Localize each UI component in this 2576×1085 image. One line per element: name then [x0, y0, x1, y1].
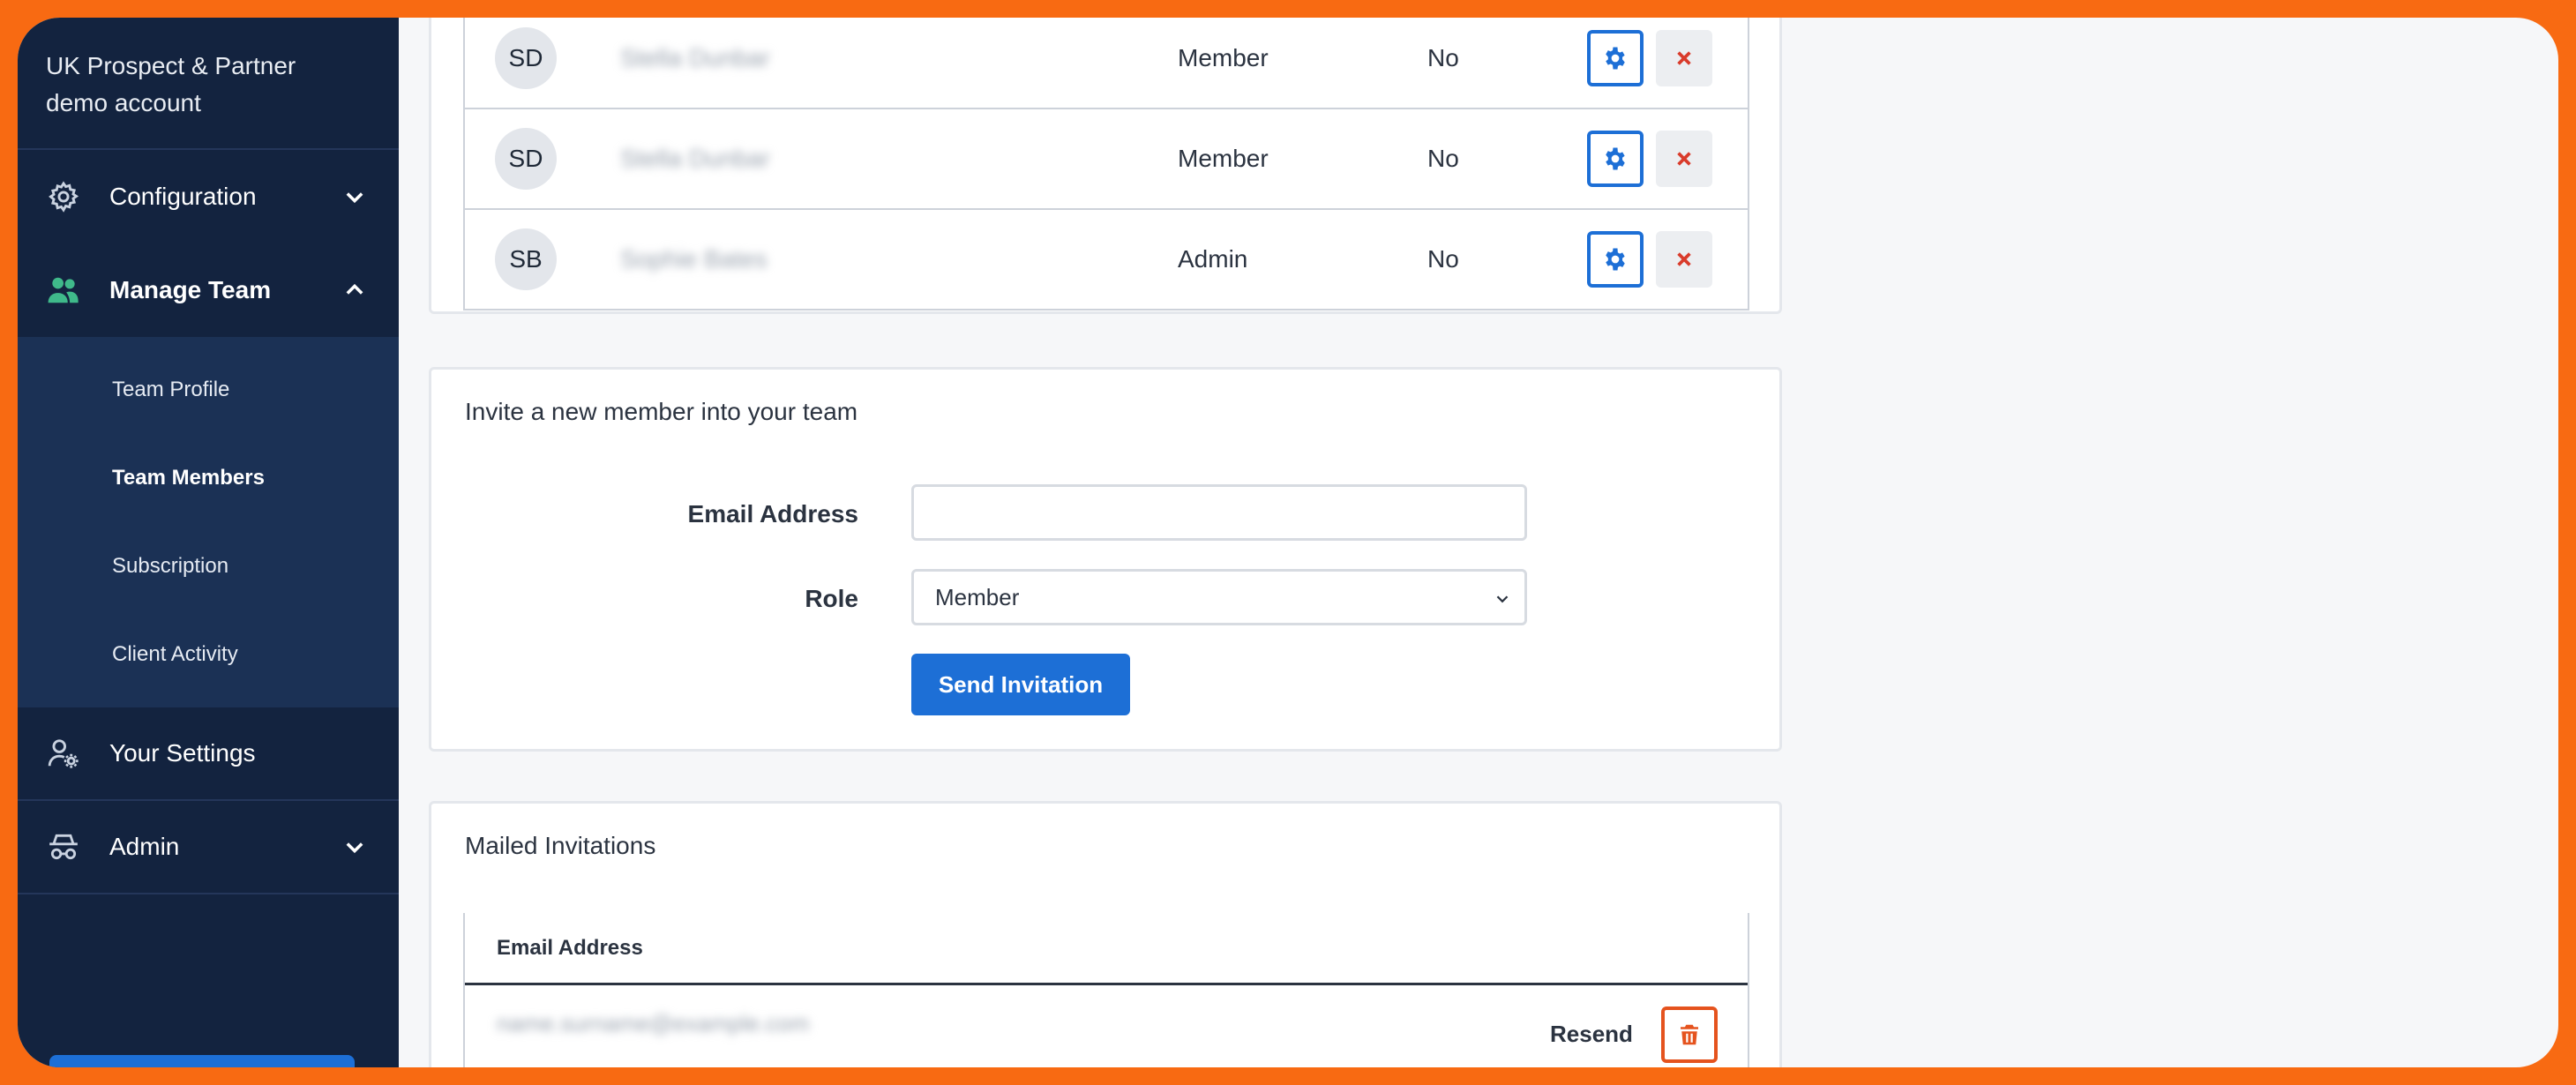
sidebar-action-button[interactable]	[49, 1055, 355, 1067]
close-icon	[1677, 152, 1691, 166]
mailed-card-title: Mailed Invitations	[465, 832, 656, 859]
role-label: Role	[805, 585, 858, 612]
gear-icon	[1606, 147, 1625, 170]
manage-team-submenu: Team Profile Team Members Subscription C…	[18, 337, 399, 707]
team-members-card: SD Stella Dunbar Member No SD Stella Dun…	[429, 18, 1782, 314]
member-settings-button[interactable]	[1587, 30, 1644, 86]
trash-icon	[1681, 1024, 1698, 1045]
chevron-up-icon	[337, 273, 372, 308]
avatar: SB	[495, 228, 557, 290]
resend-link[interactable]: Resend	[1550, 1021, 1633, 1048]
nav-manage-team-label: Manage Team	[109, 276, 272, 303]
table-row: name.surname@example.com Resend	[465, 985, 1748, 1067]
chevron-down-icon	[337, 179, 372, 214]
member-role: Member	[1178, 44, 1269, 71]
member-row: SB Sophie Bates Admin No	[465, 210, 1748, 311]
email-address-label: Email Address	[687, 500, 858, 528]
nav-configuration-label: Configuration	[109, 183, 257, 210]
main-content: SD Stella Dunbar Member No SD Stella Dun…	[399, 18, 2558, 1067]
close-icon	[1677, 252, 1691, 266]
close-icon	[1677, 51, 1691, 65]
role-select-value: Member	[935, 583, 1020, 610]
member-flag: No	[1427, 44, 1459, 71]
subnav-team-profile[interactable]: Team Profile	[18, 346, 399, 434]
member-row: SD Stella Dunbar Member No	[465, 109, 1748, 210]
member-settings-button[interactable]	[1587, 231, 1644, 288]
invitation-email: name.surname@example.com	[497, 1010, 810, 1036]
user-settings-icon	[46, 736, 81, 771]
app-window: UK Prospect & Partner demo account Confi…	[18, 18, 2558, 1067]
chevron-down-icon	[337, 829, 372, 864]
incognito-icon	[46, 829, 81, 864]
member-name: Stella Dunbar	[620, 44, 770, 71]
avatar: SD	[495, 27, 557, 89]
nav-your-settings[interactable]: Your Settings	[18, 707, 399, 801]
email-field[interactable]	[911, 484, 1527, 541]
nav-manage-team[interactable]: Manage Team	[18, 243, 399, 337]
member-name: Stella Dunbar	[620, 145, 770, 172]
member-flag: No	[1427, 145, 1459, 172]
invite-card-title: Invite a new member into your team	[465, 398, 858, 425]
account-name-line2: demo account	[46, 89, 201, 116]
chevron-down-icon	[1493, 587, 1512, 615]
member-name: Sophie Bates	[620, 245, 768, 273]
member-remove-button[interactable]	[1656, 30, 1712, 86]
sidebar: UK Prospect & Partner demo account Confi…	[18, 18, 399, 1067]
member-remove-button[interactable]	[1656, 231, 1712, 288]
gear-icon	[1606, 248, 1625, 271]
subnav-client-activity[interactable]: Client Activity	[18, 610, 399, 699]
send-invitation-button[interactable]: Send Invitation	[911, 654, 1130, 715]
member-role: Admin	[1178, 245, 1248, 273]
invite-member-card: Invite a new member into your team Email…	[429, 367, 1782, 752]
account-name-line1: UK Prospect & Partner	[46, 52, 296, 79]
mailed-invitations-card: Mailed Invitations Email Address name.su…	[429, 801, 1782, 1067]
team-icon	[46, 273, 81, 308]
members-table: SD Stella Dunbar Member No SD Stella Dun…	[463, 18, 1749, 311]
member-flag: No	[1427, 245, 1459, 273]
nav-configuration[interactable]: Configuration	[18, 150, 399, 243]
role-select[interactable]: Member	[911, 569, 1527, 625]
member-row: SD Stella Dunbar Member No	[465, 18, 1748, 109]
mailed-invitations-table: Email Address name.surname@example.com R…	[463, 913, 1749, 1067]
nav-your-settings-label: Your Settings	[109, 739, 256, 767]
member-remove-button[interactable]	[1656, 131, 1712, 187]
account-name: UK Prospect & Partner demo account	[18, 18, 399, 150]
subnav-subscription[interactable]: Subscription	[18, 522, 399, 610]
gear-icon	[1606, 47, 1625, 70]
nav-admin-label: Admin	[109, 833, 180, 860]
member-role: Member	[1178, 145, 1269, 172]
avatar: SD	[495, 128, 557, 190]
member-settings-button[interactable]	[1587, 131, 1644, 187]
column-header-email: Email Address	[465, 913, 1748, 985]
nav-admin[interactable]: Admin	[18, 801, 399, 894]
gear-outline-icon	[46, 179, 81, 214]
subnav-team-members[interactable]: Team Members	[18, 434, 399, 522]
delete-invitation-button[interactable]	[1661, 1006, 1718, 1063]
